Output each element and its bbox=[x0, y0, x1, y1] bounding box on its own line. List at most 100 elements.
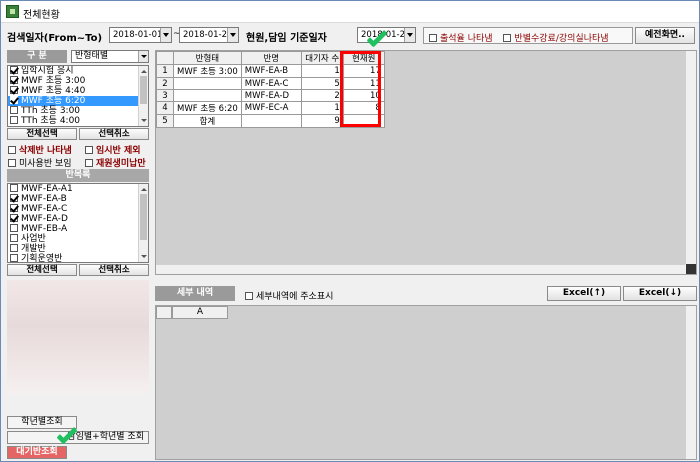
deselect-button[interactable]: 선택취소 bbox=[79, 128, 149, 140]
checkbox-icon[interactable] bbox=[10, 234, 18, 242]
checkbox-icon[interactable] bbox=[429, 34, 437, 42]
row-number-cell[interactable]: 4 bbox=[156, 101, 174, 115]
class-list[interactable]: MWF-EA-A1 MWF-EA-B MWF-EA-C MWF-EA-D MWF-EB-… bbox=[7, 183, 149, 263]
row-number-cell[interactable]: 5 bbox=[156, 114, 174, 128]
list-item-label: MWF-EB-A bbox=[21, 224, 68, 234]
class-list-scrollbar[interactable] bbox=[138, 184, 148, 262]
class-name-cell[interactable]: MWF-EA-C bbox=[240, 77, 302, 90]
checkbox-icon[interactable] bbox=[10, 76, 18, 84]
row-number-cell[interactable]: 2 bbox=[156, 77, 174, 90]
chevron-down-icon[interactable] bbox=[160, 28, 171, 42]
class-name-cell[interactable]: MWF-EA-B bbox=[240, 64, 302, 78]
attendance-option[interactable]: 출석율 나타냄 bbox=[429, 31, 493, 44]
checkbox-icon[interactable] bbox=[10, 86, 18, 94]
address-option[interactable]: 세부내역에 주소표시 bbox=[245, 289, 333, 302]
class-type-cell[interactable]: 합계 bbox=[173, 114, 242, 128]
list-item[interactable]: MWF-EA-D bbox=[8, 214, 148, 224]
category-list[interactable]: 입학시험 응시 MWF 초등 3:00 MWF 초등 4:40 MWF 초등 6:20… bbox=[7, 65, 149, 127]
excel-down-button[interactable]: Excel(↓) bbox=[623, 286, 697, 301]
list-item[interactable]: TTh 초등 4:00 bbox=[8, 116, 148, 126]
select-all-button[interactable]: 전체선택 bbox=[7, 128, 77, 140]
list-item[interactable]: MWF-EA-C bbox=[8, 204, 148, 214]
summary-grid[interactable]: 반형태 반명 대기자 수 현재원 1 MWF 초등 3:00 MWF-EA-B 1 17… bbox=[155, 50, 697, 275]
list-item[interactable]: TTh 초등 3:00 bbox=[8, 106, 148, 116]
select-all-button-2[interactable]: 전체선택 bbox=[7, 264, 77, 276]
list-item[interactable]: MWF 초등 4:40 bbox=[8, 86, 148, 96]
list-item[interactable]: MWF-EA-B bbox=[8, 194, 148, 204]
checkbox-icon[interactable] bbox=[10, 224, 18, 232]
waiting-count-cell[interactable]: 1 bbox=[300, 64, 344, 78]
excel-up-button[interactable]: Excel(↑) bbox=[547, 286, 621, 301]
unpaid-option[interactable]: 재원생미납만 bbox=[85, 156, 146, 169]
category-select[interactable]: 반형태별 bbox=[71, 50, 149, 63]
row-number-cell[interactable]: 3 bbox=[156, 89, 174, 102]
class-type-cell[interactable] bbox=[173, 89, 242, 102]
column-header-name[interactable]: 반명 bbox=[240, 51, 302, 65]
waiting-count-cell[interactable]: 9 bbox=[300, 114, 344, 128]
list-item[interactable]: 개발반 bbox=[8, 244, 148, 254]
checkbox-icon[interactable] bbox=[85, 159, 93, 167]
scroll-thumb[interactable] bbox=[140, 76, 147, 104]
checkbox-icon[interactable] bbox=[10, 116, 18, 124]
list-item[interactable]: MWF 초등 3:00 bbox=[8, 76, 148, 86]
checkbox-icon[interactable] bbox=[10, 194, 18, 202]
checkbox-icon[interactable] bbox=[8, 159, 16, 167]
list-item[interactable]: MWF-EA-A1 bbox=[8, 184, 148, 194]
scroll-thumb[interactable] bbox=[140, 194, 147, 240]
chevron-down-icon[interactable] bbox=[227, 28, 238, 42]
date-from-field[interactable]: 2018-01-01 bbox=[109, 27, 172, 43]
waiting-count-cell[interactable]: 5 bbox=[300, 77, 344, 90]
deselect-button-2[interactable]: 선택취소 bbox=[79, 264, 149, 276]
list-item[interactable]: 입학시험 응시 bbox=[8, 66, 148, 76]
detail-grid[interactable]: A bbox=[155, 305, 697, 460]
deleted-class-option[interactable]: 삭제반 나타냄 bbox=[8, 143, 72, 156]
chevron-down-icon[interactable] bbox=[138, 51, 148, 62]
scroll-down-icon[interactable] bbox=[139, 116, 148, 125]
scroll-up-icon[interactable] bbox=[139, 67, 148, 76]
grid-horizontal-scrollbar[interactable] bbox=[156, 264, 686, 274]
column-header-type[interactable]: 반형태 bbox=[173, 51, 242, 65]
row-number-cell[interactable]: 1 bbox=[156, 64, 174, 78]
checkbox-icon[interactable] bbox=[10, 214, 18, 222]
checkbox-icon[interactable] bbox=[10, 106, 18, 114]
checkbox-icon[interactable] bbox=[10, 244, 18, 252]
checkbox-icon[interactable] bbox=[85, 146, 93, 154]
list-item[interactable]: 기획운영반 bbox=[8, 254, 148, 262]
date-to-field[interactable]: 2018-01-29 bbox=[179, 27, 239, 43]
checkbox-icon[interactable] bbox=[10, 66, 18, 74]
list-item[interactable]: 사업반 bbox=[8, 234, 148, 244]
class-type-cell[interactable]: MWF 초등 6:20 bbox=[173, 101, 242, 115]
scroll-up-icon[interactable] bbox=[139, 185, 148, 194]
waiting-count-cell[interactable]: 1 bbox=[300, 101, 344, 115]
temp-class-option[interactable]: 임시반 제외 bbox=[85, 143, 141, 156]
checkbox-icon[interactable] bbox=[10, 184, 18, 192]
tab-teacher-grade-query[interactable]: 담임별+학년별 조회 bbox=[7, 431, 149, 444]
class-type-cell[interactable]: MWF 초등 3:00 bbox=[173, 64, 242, 78]
column-header-a[interactable]: A bbox=[172, 306, 228, 319]
checkbox-icon[interactable] bbox=[503, 34, 512, 42]
class-name-cell[interactable] bbox=[240, 114, 302, 128]
checkbox-icon[interactable] bbox=[8, 146, 16, 154]
class-name-cell[interactable]: MWF-EA-D bbox=[240, 89, 302, 102]
checkbox-icon[interactable] bbox=[10, 254, 18, 262]
class-type-cell[interactable] bbox=[173, 77, 242, 90]
grid-vertical-scrollbar[interactable] bbox=[685, 51, 696, 264]
fee-option[interactable]: 반별수강료/강의실나타냄 bbox=[503, 31, 609, 44]
category-list-scrollbar[interactable] bbox=[138, 66, 148, 126]
unused-class-option[interactable]: 미사용반 보임 bbox=[8, 156, 72, 169]
tab-waiting-query[interactable]: 대기반조회 bbox=[7, 446, 67, 459]
column-header-waiting[interactable]: 대기자 수 bbox=[300, 51, 344, 65]
list-item[interactable]: MWF 초등 6:20 bbox=[8, 96, 148, 106]
checkbox-icon[interactable] bbox=[245, 292, 253, 300]
checkbox-icon[interactable] bbox=[10, 204, 18, 212]
list-item[interactable]: MWF-EB-A bbox=[8, 224, 148, 234]
chevron-down-icon[interactable] bbox=[404, 28, 415, 42]
class-name-cell[interactable]: MWF-EC-A bbox=[240, 101, 302, 115]
scroll-down-icon[interactable] bbox=[139, 252, 148, 261]
prev-screen-button[interactable]: 예전화면.. bbox=[635, 27, 695, 44]
unpaid-label: 재원생미납만 bbox=[96, 159, 146, 169]
detail-vertical-scrollbar[interactable] bbox=[685, 306, 696, 459]
checkbox-icon[interactable] bbox=[10, 96, 18, 104]
waiting-count-cell[interactable]: 2 bbox=[300, 89, 344, 102]
grid-resize-icon[interactable] bbox=[686, 264, 696, 274]
